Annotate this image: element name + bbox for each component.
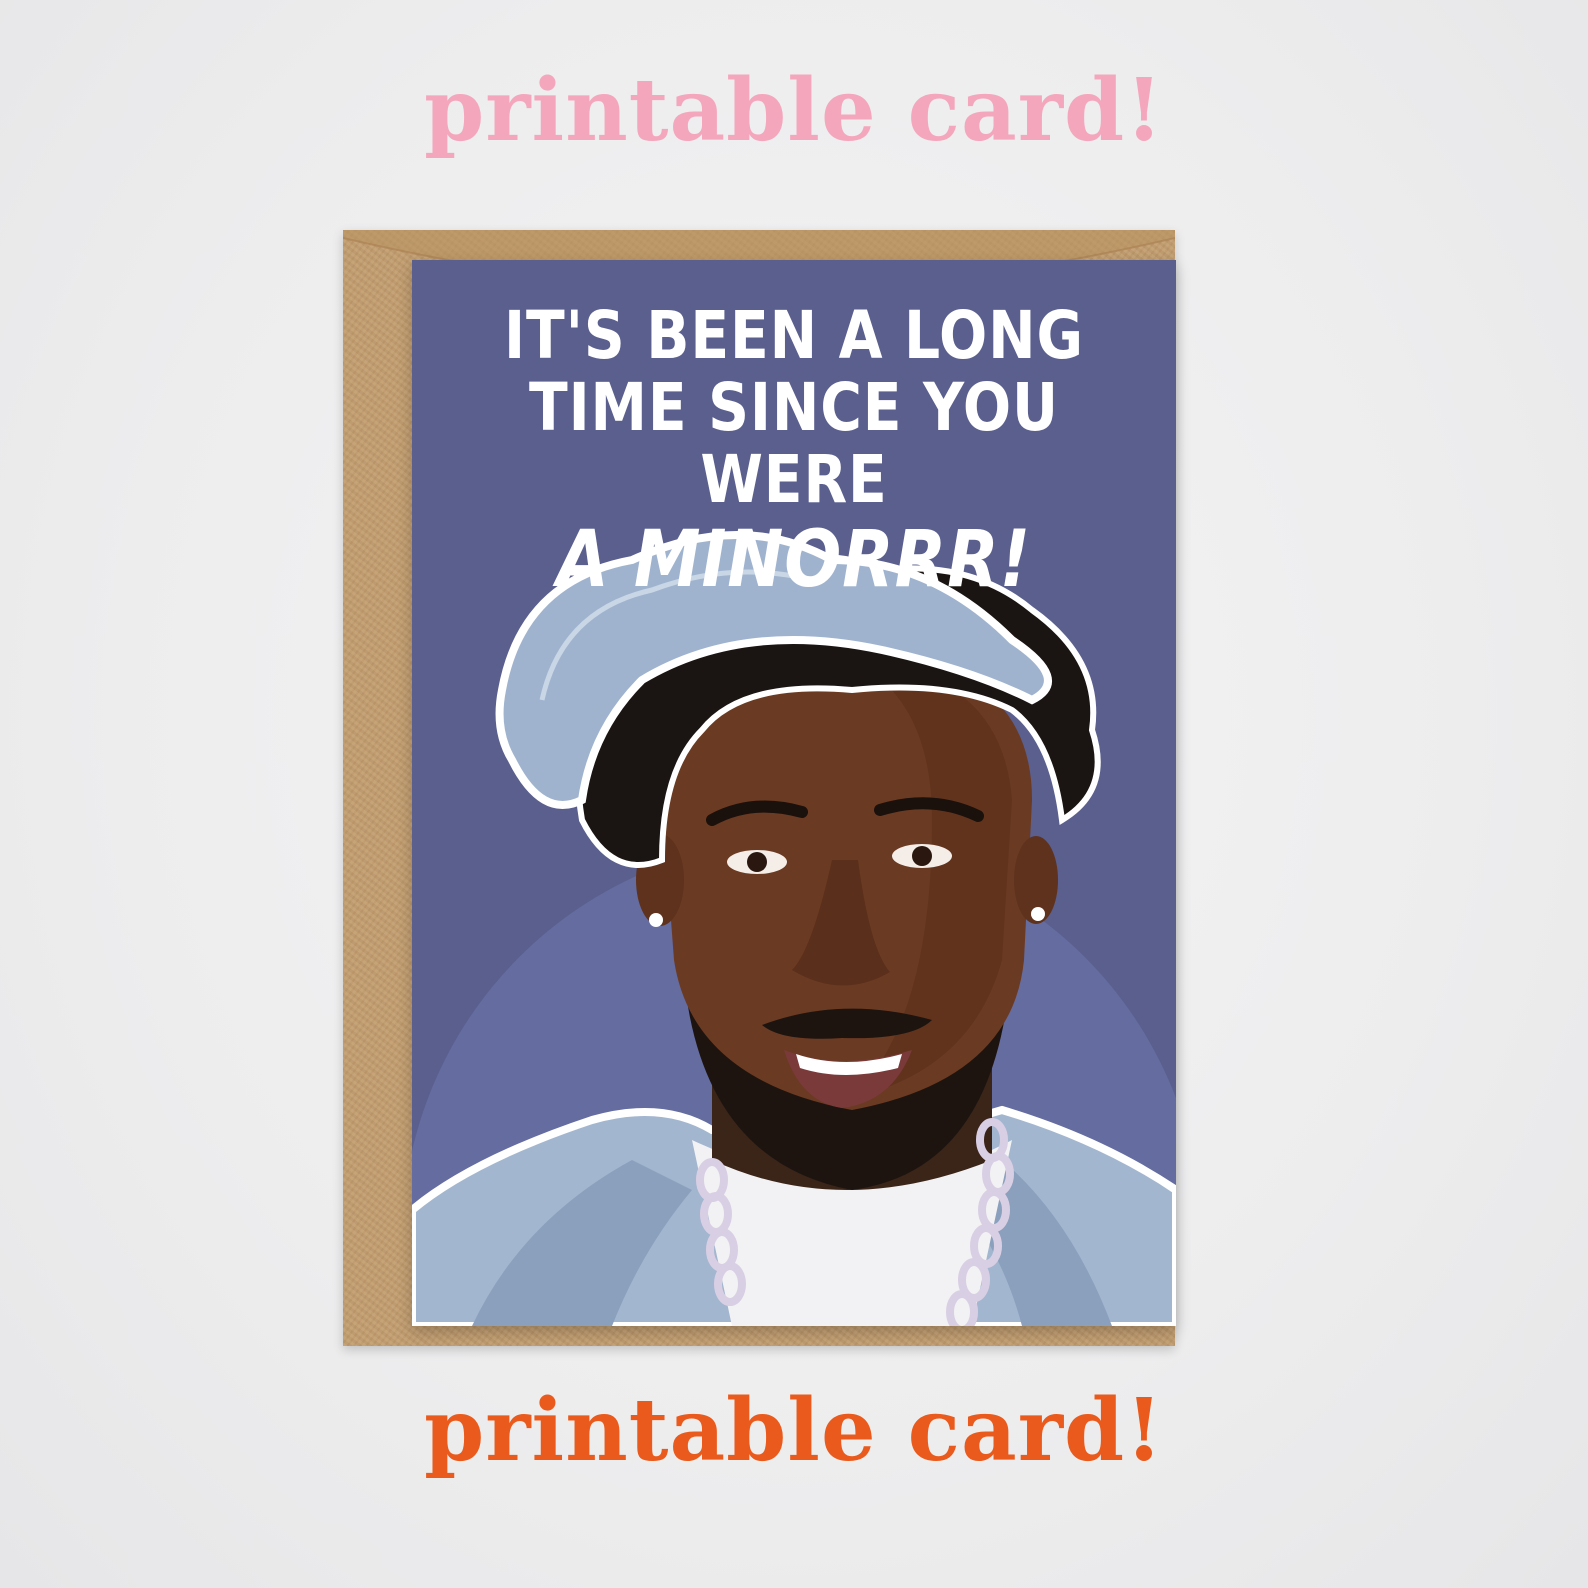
left-earring <box>649 913 663 927</box>
card-message: IT'S BEEN A LONG TIME SINCE YOU WERE A M… <box>465 297 1122 605</box>
card-line-2: TIME SINCE YOU WERE <box>528 369 1060 518</box>
headline-bottom: printable card! <box>424 1380 1164 1481</box>
greeting-card: IT'S BEEN A LONG TIME SINCE YOU WERE A M… <box>412 260 1176 1326</box>
card-line-3: A MINORRR! <box>556 515 1032 605</box>
card-line-1: IT'S BEEN A LONG <box>504 297 1084 374</box>
product-image: printable card! IT'S BEEN A LONG TIME SI… <box>0 0 1588 1588</box>
right-earring <box>1031 907 1045 921</box>
headline-top: printable card! <box>424 60 1164 161</box>
